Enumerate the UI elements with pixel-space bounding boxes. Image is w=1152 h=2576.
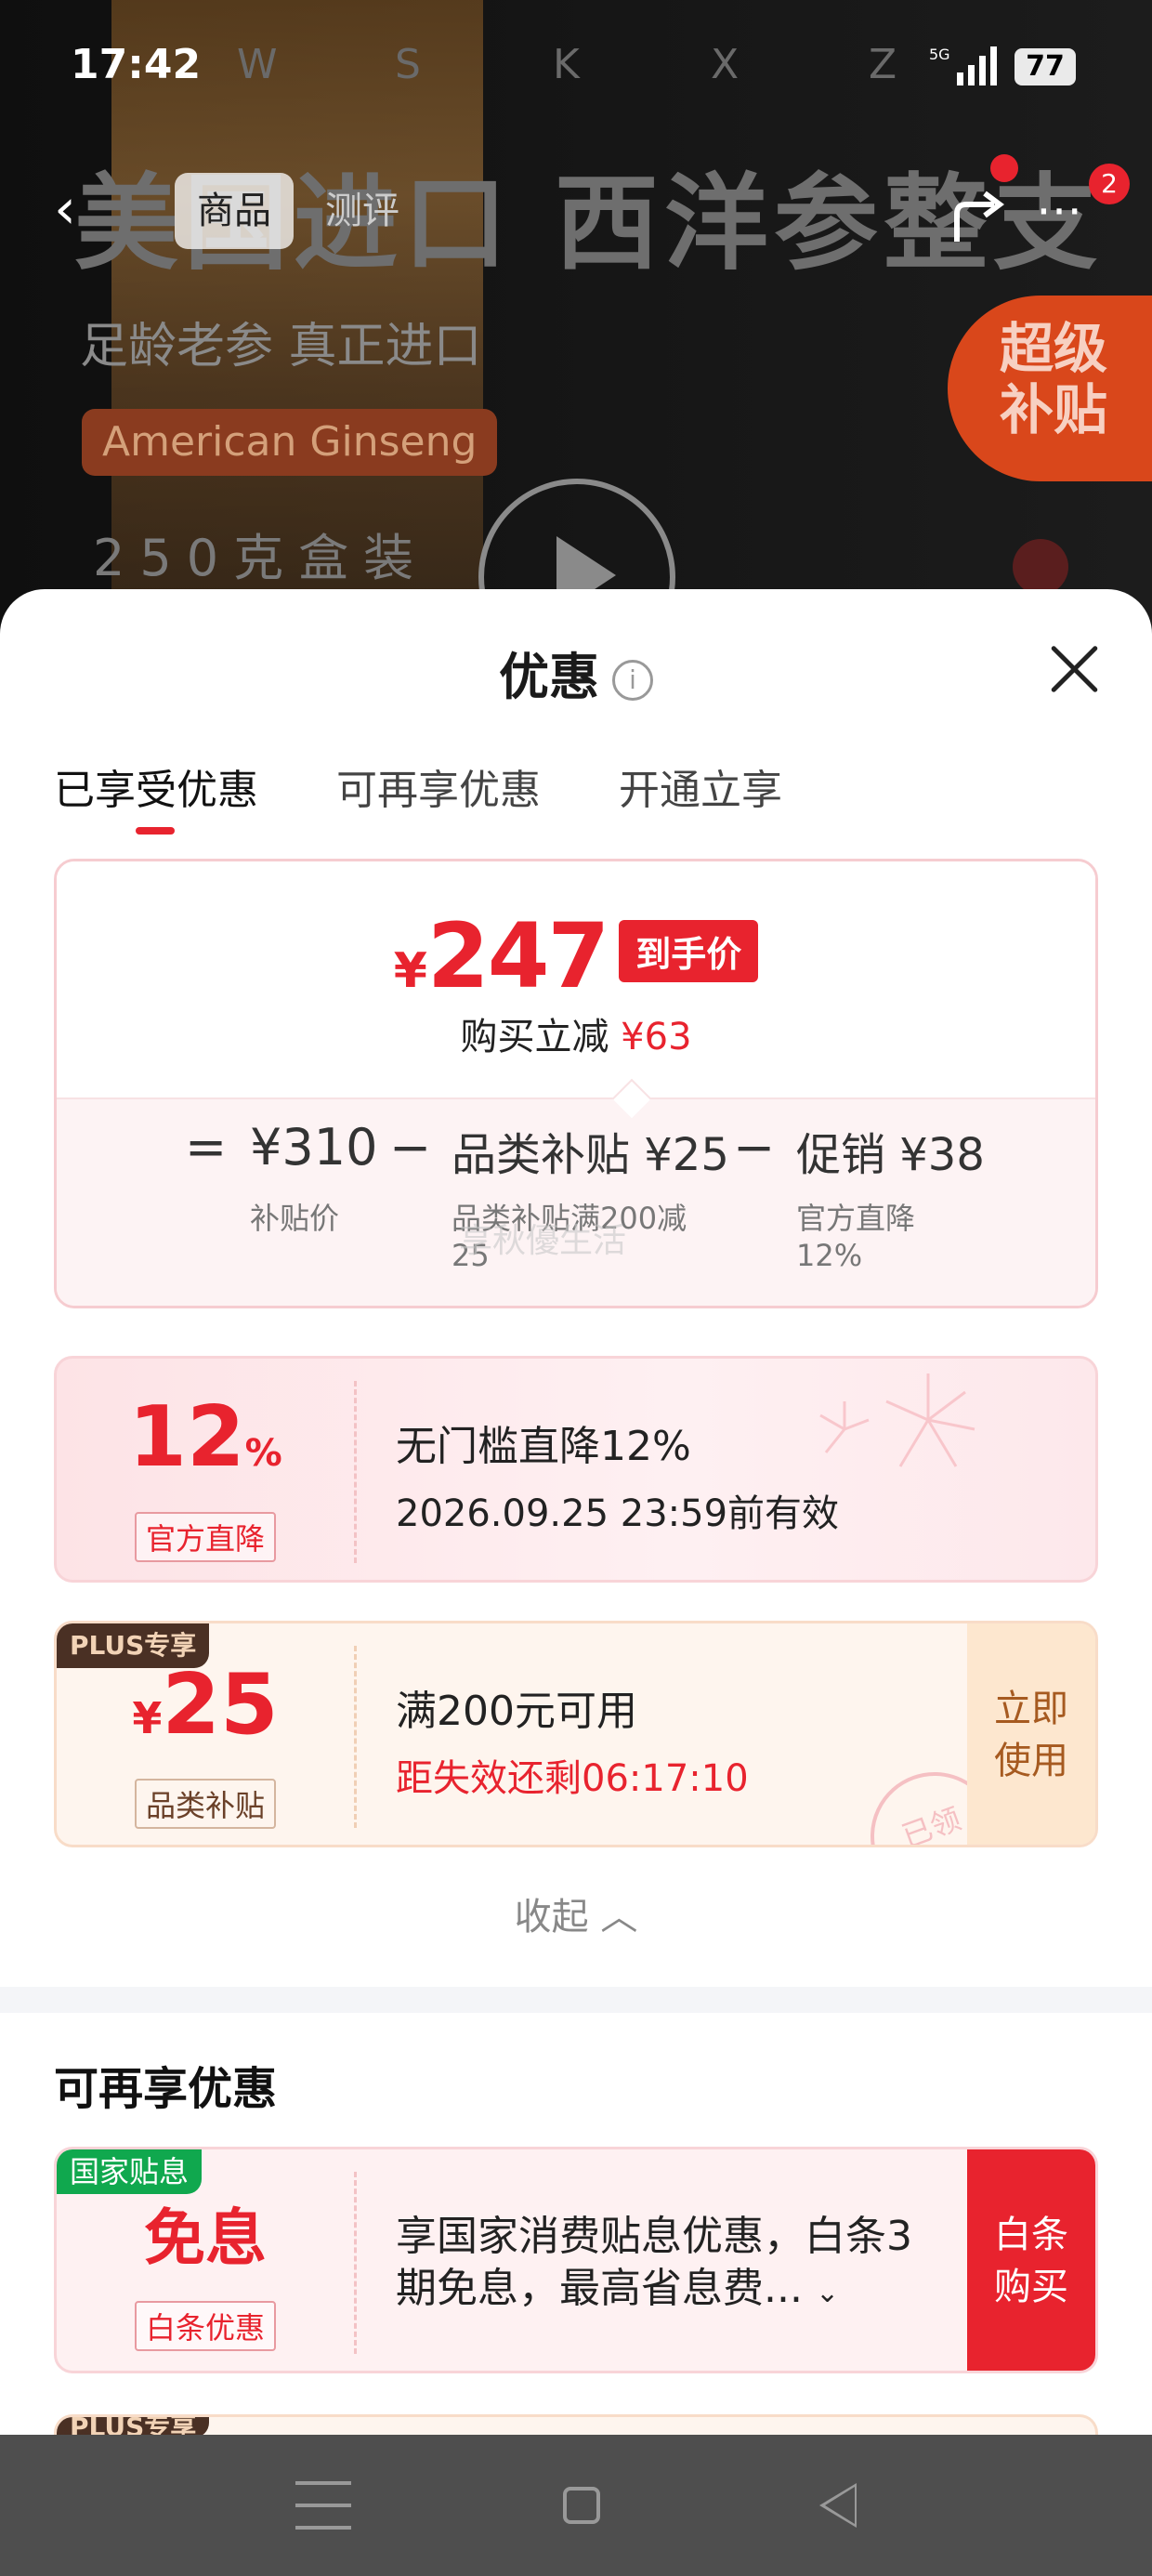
tab-review[interactable]: 测评 — [303, 173, 422, 249]
interest-free-text: 免息 — [144, 2202, 267, 2274]
menu-icon[interactable] — [295, 2481, 351, 2530]
baitiao-label: 白条优惠 — [134, 2301, 276, 2351]
promotion-label: 官方直降12% — [796, 1201, 916, 1273]
interest-free-left: 免息 白条优惠 — [57, 2149, 354, 2371]
home-icon[interactable] — [563, 2487, 600, 2524]
tab-more-discounts[interactable]: 可再享优惠 — [336, 756, 541, 816]
instant-discount-row: 购买立减 ¥63 — [57, 1006, 1095, 1060]
network-label: 5G — [929, 46, 950, 63]
buy-line1: 白条 — [994, 2214, 1068, 2256]
sheet-title: 优惠 i — [0, 636, 1152, 709]
watermark: 享秋優生活 — [459, 1222, 627, 1260]
operator-minus: − — [733, 1118, 776, 1176]
final-price: 247 — [426, 904, 609, 1008]
operator-equals: = — [185, 1118, 228, 1176]
use-now-line1: 立即 — [994, 1688, 1068, 1730]
section-divider — [0, 1987, 1152, 2013]
subsidy-line2: 补贴 — [1000, 378, 1108, 441]
video-subtitle: 足龄老参 真正进口 — [80, 319, 482, 375]
buy-line2: 购买 — [994, 2266, 1068, 2308]
interest-free-card[interactable]: 国家贴息 免息 白条优惠 享国家消费贴息优惠，白条3期免息，最高省息费... ⌄… — [54, 2147, 1098, 2373]
collapse-label: 收起 — [514, 1896, 589, 1939]
promotion-value: 促销 ¥38 — [796, 1129, 985, 1181]
video-package: 250克盒装 — [93, 529, 429, 587]
chevron-up-icon: ︿ — [600, 1896, 638, 1939]
coupon-countdown: 距失效还剩06:17:10 — [396, 1757, 749, 1800]
message-count-badge: 2 — [1089, 164, 1130, 204]
status-letter: K — [553, 41, 580, 88]
close-icon[interactable] — [1046, 641, 1102, 697]
official-discount-card[interactable]: 12% 官方直降 无门槛直降12% 2026.09.25 23:59前有效 — [54, 1356, 1098, 1583]
operator-minus: − — [389, 1118, 432, 1176]
coupon-currency: ¥ — [132, 1693, 163, 1743]
save-amount: ¥63 — [621, 1016, 692, 1058]
coupon-threshold: 满200元可用 — [396, 1688, 637, 1735]
collapse-button[interactable]: 收起 ︿ — [0, 1886, 1152, 1940]
discount-left: 12% 官方直降 — [57, 1359, 354, 1580]
interest-free-description[interactable]: 享国家消费贴息优惠，白条3期免息，最高省息费... ⌄ — [396, 2211, 944, 2320]
super-subsidy-badge[interactable]: 超级 补贴 — [948, 296, 1152, 481]
back-icon[interactable]: ‹ — [28, 167, 102, 251]
more-discounts-title: 可再享优惠 — [54, 2063, 278, 2115]
info-icon[interactable]: i — [612, 660, 653, 702]
category-subsidy-value: 品类补贴 ¥25 — [452, 1129, 729, 1181]
discount-percent: 12 — [128, 1388, 245, 1486]
status-time: 17:42 — [71, 41, 202, 88]
header-tabs: 商品 测评 — [175, 173, 422, 249]
sheet-title-text: 优惠 — [499, 648, 599, 706]
status-letter: S — [395, 41, 421, 88]
chevron-down-icon: ⌄ — [815, 2277, 840, 2309]
save-label: 购买立减 — [460, 1016, 609, 1058]
final-price-row: ¥247 到手价 — [57, 904, 1095, 1008]
status-letters: WSKXZ — [237, 41, 1027, 97]
currency-symbol: ¥ — [393, 943, 427, 999]
status-letter: W — [237, 41, 278, 88]
category-subsidy-coupon[interactable]: PLUS专享 ¥25 品类补贴 满200元可用 距失效还剩06:17:10 已领… — [54, 1621, 1098, 1847]
video-english-tag: American Ginseng — [82, 409, 498, 476]
signal-icon: 5G — [929, 46, 997, 85]
discount-type-label: 官方直降 — [134, 1512, 276, 1562]
tab-product[interactable]: 商品 — [175, 173, 294, 249]
firework-decoration — [819, 1373, 975, 1467]
share-icon[interactable] — [948, 177, 1013, 251]
discount-description: 无门槛直降12% — [396, 1423, 691, 1470]
back-triangle-icon[interactable] — [819, 2483, 857, 2528]
price-breakdown: = ¥310 补贴价 − 品类补贴 ¥25 品类补贴满200减25 − 促销 ¥… — [57, 1078, 1095, 1306]
percent-unit: % — [244, 1432, 282, 1475]
subsidy-price-label: 补贴价 — [250, 1201, 340, 1236]
final-price-tag: 到手价 — [619, 920, 759, 982]
discount-validity: 2026.09.25 23:59前有效 — [396, 1492, 840, 1535]
baitiao-buy-button[interactable]: 白条 购买 — [967, 2149, 1095, 2371]
subsidy-line1: 超级 — [1000, 317, 1108, 380]
product-video[interactable]: 美国进口 西洋参整支 足龄老参 真正进口 American Ginseng 25… — [0, 0, 1152, 651]
coupon-left: ¥25 品类补贴 — [57, 1623, 354, 1845]
system-nav-bar — [0, 2435, 1152, 2576]
tab-activate-discounts[interactable]: 开通立享 — [619, 756, 782, 816]
more-icon[interactable]: ⋯ — [1022, 182, 1096, 247]
discount-tabs: 已享受优惠 可再享优惠 开通立享 — [54, 756, 860, 835]
tab-enjoyed-discounts[interactable]: 已享受优惠 — [54, 756, 258, 835]
coupon-type-label: 品类补贴 — [134, 1779, 276, 1829]
battery-icon: 77 — [1015, 48, 1076, 85]
use-now-line2: 使用 — [994, 1740, 1068, 1782]
chart-icon[interactable] — [1013, 539, 1068, 595]
coupon-amount: 25 — [162, 1656, 279, 1754]
subsidy-price-value: ¥310 — [250, 1118, 378, 1176]
status-letter: X — [711, 41, 740, 88]
use-now-button[interactable]: 立即 使用 — [967, 1623, 1095, 1845]
